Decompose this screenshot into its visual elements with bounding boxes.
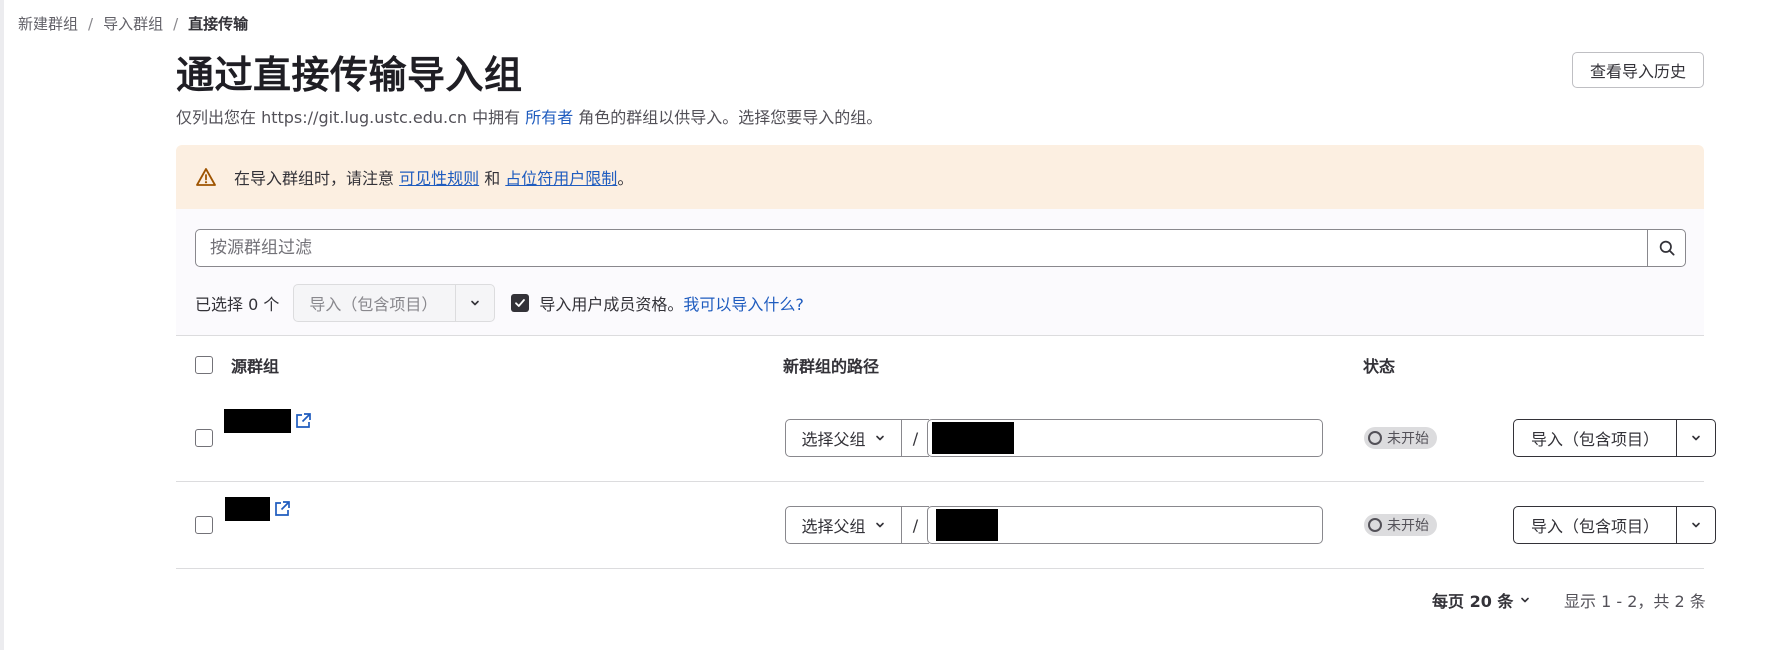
redacted-group-path: [932, 422, 1014, 454]
import-split-button: 导入（包含项目）: [1513, 506, 1716, 544]
warning-alert: 在导入群组时，请注意 可见性规则 和 占位符用户限制。: [176, 145, 1704, 209]
subtitle-text-post: 角色的群组以供导入。选择您要导入的组。: [573, 108, 883, 127]
checkmark-icon: [515, 299, 526, 307]
filter-panel: 已选择 0 个 导入（包含项目） 导入用户成员资格。 我可以导入什么?: [176, 209, 1704, 336]
parent-group-select-label: 选择父组: [801, 517, 866, 536]
alert-text-pre: 在导入群组时，请注意: [234, 169, 400, 188]
chevron-down-icon: [471, 300, 480, 306]
subtitle-text-pre: 仅列出您在 https://git.lug.ustc.edu.cn 中拥有: [176, 108, 526, 127]
breadcrumb-separator: /: [173, 14, 179, 33]
owner-role-link[interactable]: 所有者: [525, 108, 573, 127]
page-left-edge: [0, 0, 4, 650]
new-group-name-input[interactable]: [927, 419, 1323, 457]
breadcrumb-item-new-group[interactable]: 新建群组: [18, 13, 78, 34]
import-split-button: 导入（包含项目）: [1513, 419, 1716, 457]
status-label: 未开始: [1387, 518, 1429, 534]
external-link-icon[interactable]: [273, 500, 291, 518]
table-header: 源群组 新群组的路径 状态: [176, 335, 1704, 395]
breadcrumb-current: 直接传输: [188, 15, 249, 33]
selected-count: 已选择 0 个: [195, 295, 280, 314]
warning-icon: [196, 168, 216, 186]
select-all-checkbox[interactable]: [195, 356, 213, 374]
breadcrumb: 新建群组 / 导入群组 / 直接传输: [18, 13, 248, 34]
column-header-status: 状态: [1363, 357, 1396, 376]
chevron-down-icon: [1692, 435, 1700, 441]
import-options-toggle[interactable]: [1677, 419, 1716, 457]
parent-group-select[interactable]: 选择父组: [785, 506, 902, 544]
chevron-down-icon: [1521, 597, 1530, 603]
visibility-rules-link[interactable]: 可见性规则: [399, 169, 479, 188]
column-header-new-path: 新群组的路径: [783, 357, 880, 376]
parent-group-select[interactable]: 选择父组: [785, 419, 902, 457]
import-with-projects-button[interactable]: 导入（包含项目）: [1513, 419, 1677, 457]
search-box: [195, 229, 1686, 267]
search-icon: [1659, 240, 1675, 256]
status-badge: 未开始: [1364, 427, 1437, 449]
alert-text-mid: 和: [479, 169, 506, 188]
alert-text-post: 。: [617, 169, 634, 188]
select-all-cell: [195, 335, 213, 395]
import-memberships-checkbox[interactable]: [511, 294, 530, 312]
parent-group-select-label: 选择父组: [801, 430, 866, 449]
chevron-down-icon: [1692, 522, 1700, 528]
what-can-import-link[interactable]: 我可以导入什么?: [683, 291, 804, 315]
redacted-source-group-name: [224, 409, 291, 433]
row-checkbox[interactable]: [195, 516, 213, 534]
status-not-started-icon: [1368, 431, 1382, 445]
per-page-dropdown[interactable]: 每页 20 条: [1432, 588, 1531, 612]
status-badge: 未开始: [1364, 514, 1437, 536]
status-label: 未开始: [1387, 431, 1429, 447]
bulk-import-toggle[interactable]: [456, 285, 494, 321]
path-separator: /: [902, 506, 929, 544]
selection-toolbar: 已选择 0 个 导入（包含项目） 导入用户成员资格。 我可以导入什么?: [195, 284, 804, 322]
search-input[interactable]: [196, 230, 1647, 266]
import-options-toggle[interactable]: [1677, 506, 1716, 544]
column-header-source-group: 源群组: [231, 357, 280, 376]
redacted-group-path: [936, 509, 998, 541]
view-import-history-button[interactable]: 查看导入历史: [1572, 52, 1704, 88]
path-separator: /: [902, 419, 929, 457]
bulk-import-dropdown: 导入（包含项目）: [293, 284, 496, 322]
redacted-source-group-name: [225, 497, 270, 521]
page-subtitle: 仅列出您在 https://git.lug.ustc.edu.cn 中拥有 所有…: [176, 104, 882, 128]
status-not-started-icon: [1368, 518, 1382, 532]
alert-text: 在导入群组时，请注意 可见性规则 和 占位符用户限制。: [234, 165, 633, 189]
chevron-down-icon: [875, 435, 884, 441]
bulk-import-button[interactable]: 导入（包含项目）: [294, 285, 457, 321]
import-memberships-label: 导入用户成员资格。: [539, 295, 684, 314]
import-with-projects-button[interactable]: 导入（包含项目）: [1513, 506, 1677, 544]
new-group-name-input[interactable]: [927, 506, 1323, 544]
table-row: 选择父组 / 未开始 导入（包含项目）: [176, 482, 1716, 569]
search-button[interactable]: [1647, 230, 1685, 266]
new-path-group: 选择父组 /: [785, 419, 1323, 457]
new-path-group: 选择父组 /: [785, 506, 1323, 544]
pagination-range: 显示 1 - 2，共 2 条: [1564, 592, 1706, 611]
breadcrumb-item-import-group[interactable]: 导入群组: [103, 13, 163, 34]
row-checkbox[interactable]: [195, 429, 213, 447]
external-link-icon[interactable]: [294, 412, 312, 430]
per-page-label: 每页 20 条: [1432, 592, 1514, 611]
breadcrumb-separator: /: [88, 14, 94, 33]
table-row: 选择父组 / 未开始 导入（包含项目）: [176, 395, 1716, 482]
placeholder-user-limits-link[interactable]: 占位符用户限制: [505, 169, 617, 188]
page-title: 通过直接传输导入组: [176, 53, 523, 97]
chevron-down-icon: [875, 522, 884, 528]
